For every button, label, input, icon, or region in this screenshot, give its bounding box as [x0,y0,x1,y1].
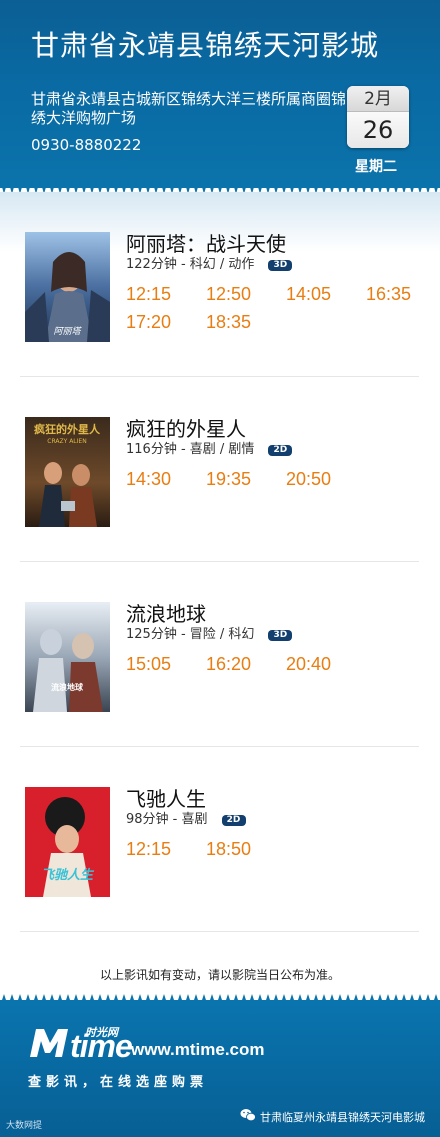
svg-text:CRAZY ALIEN: CRAZY ALIEN [47,438,86,445]
date-month: 2月 [347,86,409,112]
movie-poster[interactable]: 飞驰人生 [25,787,110,897]
movie-item: 疯狂的外星人 CRAZY ALIEN 疯狂的外星人 116分钟 - 喜剧 / 剧… [20,377,419,562]
movie-info: 125分钟 - 冒险 / 科幻 3D [126,623,293,642]
movie-duration-genre: 122分钟 - 科幻 / 动作 [126,257,255,272]
showtime[interactable]: 18:35 [206,312,251,333]
showtime[interactable]: 14:05 [286,284,331,305]
svg-text:疯狂的外星人: 疯狂的外星人 [34,422,101,436]
svg-text:流浪地球: 流浪地球 [51,682,84,692]
schedule-notice: 以上影讯如有变动，请以影院当日公布为准。 [99,968,340,982]
date-day: 26 [347,112,409,148]
showtime[interactable]: 12:50 [206,284,251,305]
showtime[interactable]: 17:20 [126,312,171,333]
mtime-footer: 时光网 time www.mtime.com 查影讯，在线选座购票 甘肃临夏州永… [0,994,440,1137]
movie-info: 122分钟 - 科幻 / 动作 3D [126,253,293,272]
movie-item: 流浪地球 流浪地球 125分钟 - 冒险 / 科幻 3D 15:05 16:20 … [20,562,419,747]
footer-slogan: 查影讯，在线选座购票 [28,1075,209,1090]
wechat-icon [240,1109,256,1122]
showtime-list: 阿丽塔 阿丽塔：战斗天使 122分钟 - 科幻 / 动作 3D 12:15 12:… [0,192,440,1000]
cinema-address: 甘肃省永靖县古城新区锦绣大洋三楼所属商圈锦绣大洋购物广场 [31,90,347,127]
site-url-link[interactable]: www.mtime.com [131,1040,265,1060]
movie-item: 飞驰人生 飞驰人生 98分钟 - 喜剧 2D 12:15 18:50 [20,747,419,932]
showtime[interactable]: 16:35 [366,284,411,305]
cinema-name: 甘肃省永靖县锦绣天河影城 [31,29,380,62]
mtime-logo-icon[interactable] [28,1025,72,1059]
wechat-account-name[interactable]: 甘肃临夏州永靖县锦绣天河电影城 [260,1109,425,1125]
logo-wordmark[interactable]: time [70,1028,133,1065]
movie-poster[interactable]: 阿丽塔 [25,232,110,342]
cinema-header: 甘肃省永靖县锦绣天河影城 甘肃省永靖县古城新区锦绣大洋三楼所属商圈锦绣大洋购物广… [0,0,440,188]
format-badge: 3D [268,260,293,271]
movie-duration-genre: 116分钟 - 喜剧 / 剧情 [126,442,255,457]
cinema-phone[interactable]: 0930-8880222 [31,136,141,154]
showtime[interactable]: 15:05 [126,654,171,675]
showtime[interactable]: 14:30 [126,469,171,490]
showtime[interactable]: 18:50 [206,839,251,860]
weekday-label: 星期二 [355,159,397,175]
showtime[interactable]: 19:35 [206,469,251,490]
movie-info: 116分钟 - 喜剧 / 剧情 2D [126,438,293,457]
svg-text:阿丽塔: 阿丽塔 [53,326,82,337]
corner-watermark: 大数网提 [6,1121,43,1131]
showtime[interactable]: 12:15 [126,839,171,860]
movie-duration-genre: 125分钟 - 冒险 / 科幻 [126,627,255,642]
svg-text:飞驰人生: 飞驰人生 [41,867,95,883]
movie-item: 阿丽塔 阿丽塔：战斗天使 122分钟 - 科幻 / 动作 3D 12:15 12:… [20,192,419,377]
showtime[interactable]: 20:50 [286,469,331,490]
movie-duration-genre: 98分钟 - 喜剧 [126,812,208,827]
showtime[interactable]: 20:40 [286,654,331,675]
format-badge: 2D [221,815,246,826]
showtime[interactable]: 12:15 [126,284,171,305]
movie-info: 98分钟 - 喜剧 2D [126,808,246,827]
footer-zigzag-edge [0,994,440,1006]
showtime[interactable]: 16:20 [206,654,251,675]
calendar-date: 2月 26 [347,86,409,148]
movie-poster[interactable]: 疯狂的外星人 CRAZY ALIEN [25,417,110,527]
format-badge: 2D [268,445,293,456]
movie-poster[interactable]: 流浪地球 [25,602,110,712]
format-badge: 3D [268,630,293,641]
